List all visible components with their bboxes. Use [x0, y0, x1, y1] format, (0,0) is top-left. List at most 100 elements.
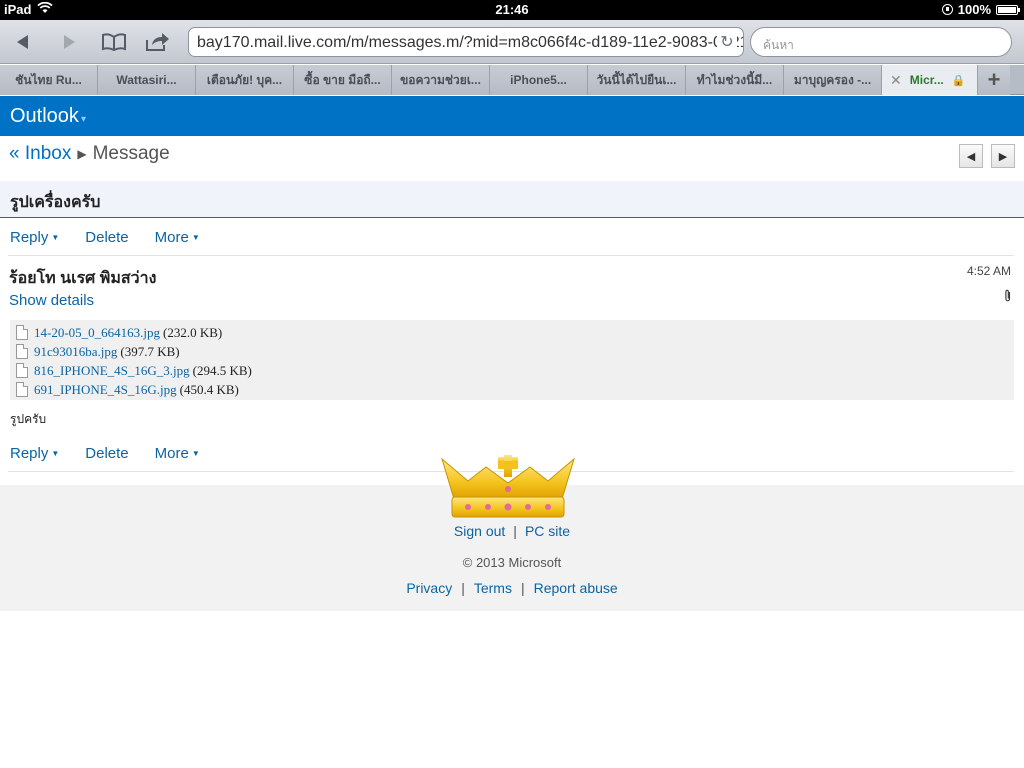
browser-tab[interactable]: วันนี้ได้ไปยืนเ...: [588, 65, 686, 95]
reply-label: Reply: [10, 229, 49, 246]
attachment-size: (397.7 KB): [120, 343, 180, 359]
browser-tab[interactable]: ทำไมช่วงนี้มี...: [686, 65, 784, 95]
attachment-size: (294.5 KB): [192, 362, 252, 378]
show-details-link[interactable]: Show details: [9, 292, 94, 309]
address-bar[interactable]: bay170.mail.live.com/m/messages.m/?mid=m…: [188, 27, 744, 57]
delete-button[interactable]: Delete: [85, 445, 128, 462]
breadcrumb-current: Message: [92, 143, 170, 164]
message-body: รูปครับ: [10, 412, 47, 426]
divider: [8, 255, 1014, 256]
battery-icon: [996, 4, 1020, 15]
message-subject: รูปเครื่องครับ: [0, 181, 1024, 218]
footer-links-primary: Sign out | PC site: [0, 523, 1024, 539]
tab-label: Micr...: [909, 73, 944, 87]
inbox-link[interactable]: « Inbox: [9, 143, 71, 165]
privacy-link[interactable]: Privacy: [406, 580, 452, 596]
chevron-down-icon: ▼: [51, 233, 60, 242]
previous-message-button[interactable]: ◀: [959, 144, 983, 168]
browser-tab[interactable]: เตือนภัย! บุค...: [196, 65, 294, 95]
browser-tab[interactable]: iPhone5...: [490, 65, 588, 95]
search-placeholder: ค้นหา: [763, 38, 794, 52]
close-tab-icon[interactable]: ✕: [890, 72, 902, 89]
delete-label: Delete: [85, 445, 129, 462]
attachment-size: (450.4 KB): [179, 381, 239, 397]
sign-out-link[interactable]: Sign out: [454, 523, 505, 539]
report-abuse-link[interactable]: Report abuse: [534, 580, 618, 596]
tab-label: ขอความช่วยเ...: [400, 72, 481, 87]
browser-tab[interactable]: ซื้อ ขาย มือถื...: [294, 65, 392, 95]
tab-label: วันนี้ได้ไปยืนเ...: [596, 72, 677, 87]
message-time: 4:52 AM: [966, 264, 1011, 278]
tab-label: iPhone5...: [510, 73, 567, 87]
separator: |: [461, 580, 465, 596]
new-tab-button[interactable]: +: [978, 65, 1010, 95]
tab-label: ชันไทย Ru...: [15, 72, 82, 87]
forward-icon[interactable]: [54, 28, 84, 56]
tab-label: เตือนภัย! บุค...: [206, 72, 283, 87]
share-icon[interactable]: [142, 28, 172, 56]
chevron-down-icon[interactable]: ▾: [81, 114, 86, 125]
attachment-link[interactable]: 91c93016ba.jpg: [34, 344, 117, 360]
message-actions-bottom: Reply ▼ Delete More ▼: [10, 445, 200, 462]
file-icon: [16, 325, 28, 340]
search-input[interactable]: ค้นหา: [750, 27, 1012, 57]
separator: |: [520, 580, 525, 596]
browser-tab[interactable]: ชันไทย Ru...: [0, 65, 98, 95]
browser-tab[interactable]: ขอความช่วยเ...: [392, 65, 490, 95]
attachment-item: 14-20-05_0_664163.jpg (232.0 KB): [16, 323, 1008, 342]
tab-label: ซื้อ ขาย มือถื...: [304, 72, 381, 87]
more-button[interactable]: More ▼: [155, 445, 200, 462]
tab-label: มาบุญครอง -...: [793, 72, 872, 87]
file-icon: [16, 344, 28, 359]
sender-name: ร้อยโท นเรศ พิมสว่าง: [9, 270, 157, 287]
copyright: © 2013 Microsoft: [462, 555, 562, 570]
separator: |: [513, 523, 517, 539]
attachment-list: 14-20-05_0_664163.jpg (232.0 KB) 91c9301…: [10, 320, 1014, 400]
outlook-logo[interactable]: Outlook: [10, 105, 79, 127]
pc-site-link[interactable]: PC site: [525, 523, 570, 539]
paperclip-icon: [1004, 289, 1012, 305]
chevron-down-icon: ▼: [191, 449, 200, 458]
footer-links-secondary: Privacy | Terms | Report abuse: [0, 580, 1024, 596]
app-header: Outlook ▾: [0, 96, 1024, 136]
status-bar: iPad 21:46 100%: [0, 0, 1024, 20]
delete-label: Delete: [85, 229, 129, 246]
breadcrumb: « Inbox ▶ Message: [9, 143, 170, 165]
delete-button[interactable]: Delete: [85, 229, 128, 246]
crown-decoration-icon: [438, 455, 578, 521]
battery-percent: 100%: [957, 2, 991, 17]
attachment-link[interactable]: 816_IPHONE_4S_16G_3.jpg: [34, 363, 190, 379]
tab-label: Wattasiri...: [116, 73, 177, 87]
file-icon: [16, 363, 28, 378]
attachment-item: 816_IPHONE_4S_16G_3.jpg (294.5 KB): [16, 361, 1008, 380]
attachment-link[interactable]: 691_IPHONE_4S_16G.jpg: [34, 382, 177, 398]
browser-tab-active[interactable]: ✕ Micr... 🔒: [882, 65, 978, 95]
attachment-item: 691_IPHONE_4S_16G.jpg (450.4 KB): [16, 380, 1008, 399]
reload-icon[interactable]: ↻: [717, 32, 737, 52]
bookmarks-icon[interactable]: [99, 28, 129, 56]
back-icon[interactable]: [8, 28, 38, 56]
browser-tab[interactable]: Wattasiri...: [98, 65, 196, 95]
more-button[interactable]: More ▼: [155, 229, 200, 246]
reply-button[interactable]: Reply ▼: [10, 229, 59, 246]
chevron-down-icon: ▼: [191, 233, 200, 242]
attachment-size: (232.0 KB): [163, 324, 223, 340]
rotation-lock-icon: [941, 4, 953, 15]
reply-label: Reply: [10, 445, 49, 462]
tab-bar: ชันไทย Ru... Wattasiri... เตือนภัย! บุค.…: [0, 65, 1024, 95]
attachment-link[interactable]: 14-20-05_0_664163.jpg: [34, 325, 160, 341]
browser-toolbar: bay170.mail.live.com/m/messages.m/?mid=m…: [0, 20, 1024, 64]
clock: 21:46: [495, 2, 529, 17]
browser-tab[interactable]: มาบุญครอง -...: [784, 65, 882, 95]
url-text: bay170.mail.live.com/m/messages.m/?mid=m…: [197, 34, 744, 51]
reply-button[interactable]: Reply ▼: [10, 445, 59, 462]
tab-label: ทำไมช่วงนี้มี...: [696, 72, 773, 87]
message-actions-top: Reply ▼ Delete More ▼: [10, 229, 200, 246]
next-message-button[interactable]: ▶: [991, 144, 1015, 168]
file-icon: [16, 382, 28, 397]
attachment-item: 91c93016ba.jpg (397.7 KB): [16, 342, 1008, 361]
lock-icon: 🔒: [951, 74, 966, 87]
breadcrumb-separator-icon: ▶: [77, 147, 87, 161]
more-label: More: [154, 445, 189, 462]
terms-link[interactable]: Terms: [474, 580, 512, 596]
